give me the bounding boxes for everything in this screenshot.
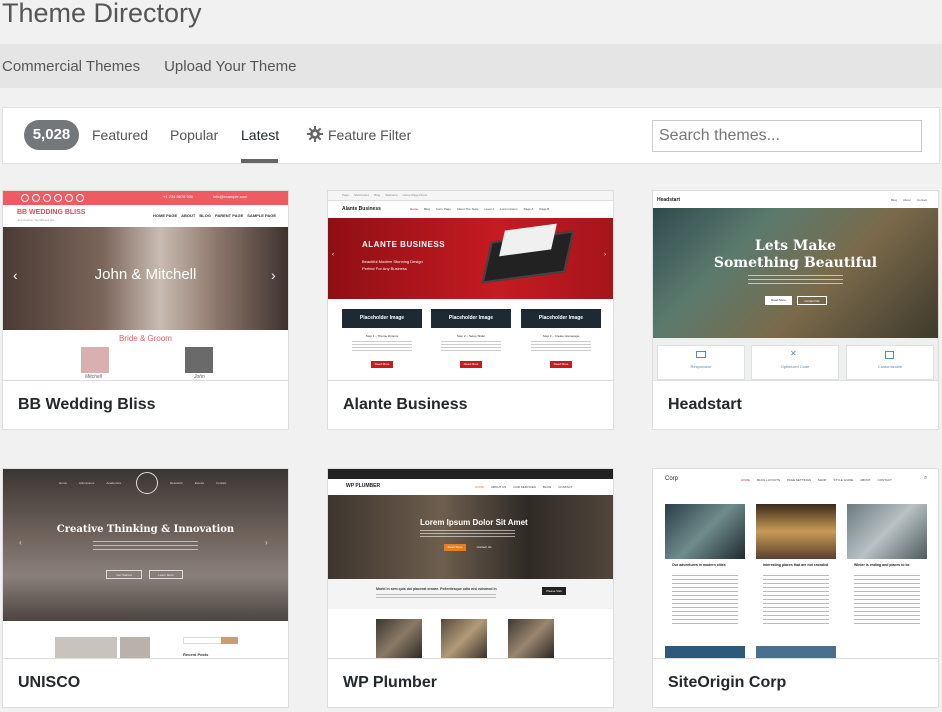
seal-logo [136, 472, 158, 494]
theme-card-bb-wedding-bliss[interactable]: +1 234 5678 900 info@example.com BB WEDD… [2, 190, 289, 430]
theme-card-siteorigin-corp[interactable]: Corp HOME BLOG LAYOUTS PAGE SETTINGS SHO… [652, 468, 939, 708]
chevron-left-icon: ‹ [13, 267, 18, 283]
gallery-image [55, 637, 117, 658]
post-image [665, 504, 745, 559]
theme-screenshot[interactable]: Headstart Blog About Contact Lets Make S… [653, 191, 938, 380]
feature-filter-button[interactable]: Feature Filter [328, 127, 411, 143]
service-image [441, 619, 487, 658]
filter-bar: 5,028 Featured Popular Latest Feature Fi… [2, 107, 940, 164]
monitor-icon [696, 351, 706, 358]
theme-name[interactable]: BB Wedding Bliss [3, 380, 288, 429]
gear-icon[interactable] [307, 126, 323, 142]
chevron-right-icon: › [271, 267, 276, 283]
theme-card-unisco[interactable]: Home Admissions Academics Research Event… [2, 468, 289, 708]
theme-count-badge: 5,028 [24, 120, 79, 150]
active-tab-indicator [241, 159, 278, 163]
groom-photo [185, 347, 213, 373]
theme-screenshot[interactable]: Page Shortcodes Blog Welcome Home Page D… [328, 191, 613, 380]
chevron-left-icon: ‹ [19, 538, 22, 547]
tools-icon: ✕ [790, 349, 797, 358]
tab-featured[interactable]: Featured [92, 127, 148, 143]
social-icons [21, 194, 91, 202]
theme-screenshot[interactable]: WP PLUMBER HOME ABOUT US OUR SERVICES BL… [328, 469, 613, 658]
theme-name[interactable]: SiteOrigin Corp [653, 658, 938, 707]
commercial-themes-link[interactable]: Commercial Themes [2, 58, 140, 75]
theme-name[interactable]: Alante Business [328, 380, 613, 429]
sub-navigation: Commercial Themes Upload Your Theme [0, 44, 942, 88]
tab-latest[interactable]: Latest [241, 127, 279, 143]
theme-card-headstart[interactable]: Headstart Blog About Contact Lets Make S… [652, 190, 939, 430]
sliders-icon [885, 351, 894, 359]
theme-name[interactable]: UNISCO [3, 658, 288, 707]
hero-image [653, 208, 938, 338]
page-title: Theme Directory [2, 0, 202, 28]
search-icon: ⌕ [924, 475, 928, 481]
search-input[interactable] [652, 120, 922, 152]
service-image [508, 619, 554, 658]
theme-screenshot[interactable]: Home Admissions Academics Research Event… [3, 469, 288, 658]
chevron-right-icon: › [604, 252, 606, 258]
chevron-left-icon: ‹ [332, 252, 334, 258]
service-image [376, 619, 422, 658]
post-image [847, 504, 927, 559]
theme-card-alante-business[interactable]: Page Shortcodes Blog Welcome Home Page D… [327, 190, 614, 430]
bride-photo [81, 347, 109, 373]
theme-card-wp-plumber[interactable]: WP PLUMBER HOME ABOUT US OUR SERVICES BL… [327, 468, 614, 708]
chevron-right-icon: › [265, 538, 268, 547]
theme-screenshot[interactable]: Corp HOME BLOG LAYOUTS PAGE SETTINGS SHO… [653, 469, 938, 658]
theme-screenshot[interactable]: +1 234 5678 900 info@example.com BB WEDD… [3, 191, 288, 380]
upload-theme-link[interactable]: Upload Your Theme [164, 58, 296, 75]
tab-popular[interactable]: Popular [170, 127, 218, 143]
post-image [756, 504, 836, 559]
theme-name[interactable]: Headstart [653, 380, 938, 429]
theme-name[interactable]: WP Plumber [328, 658, 613, 707]
